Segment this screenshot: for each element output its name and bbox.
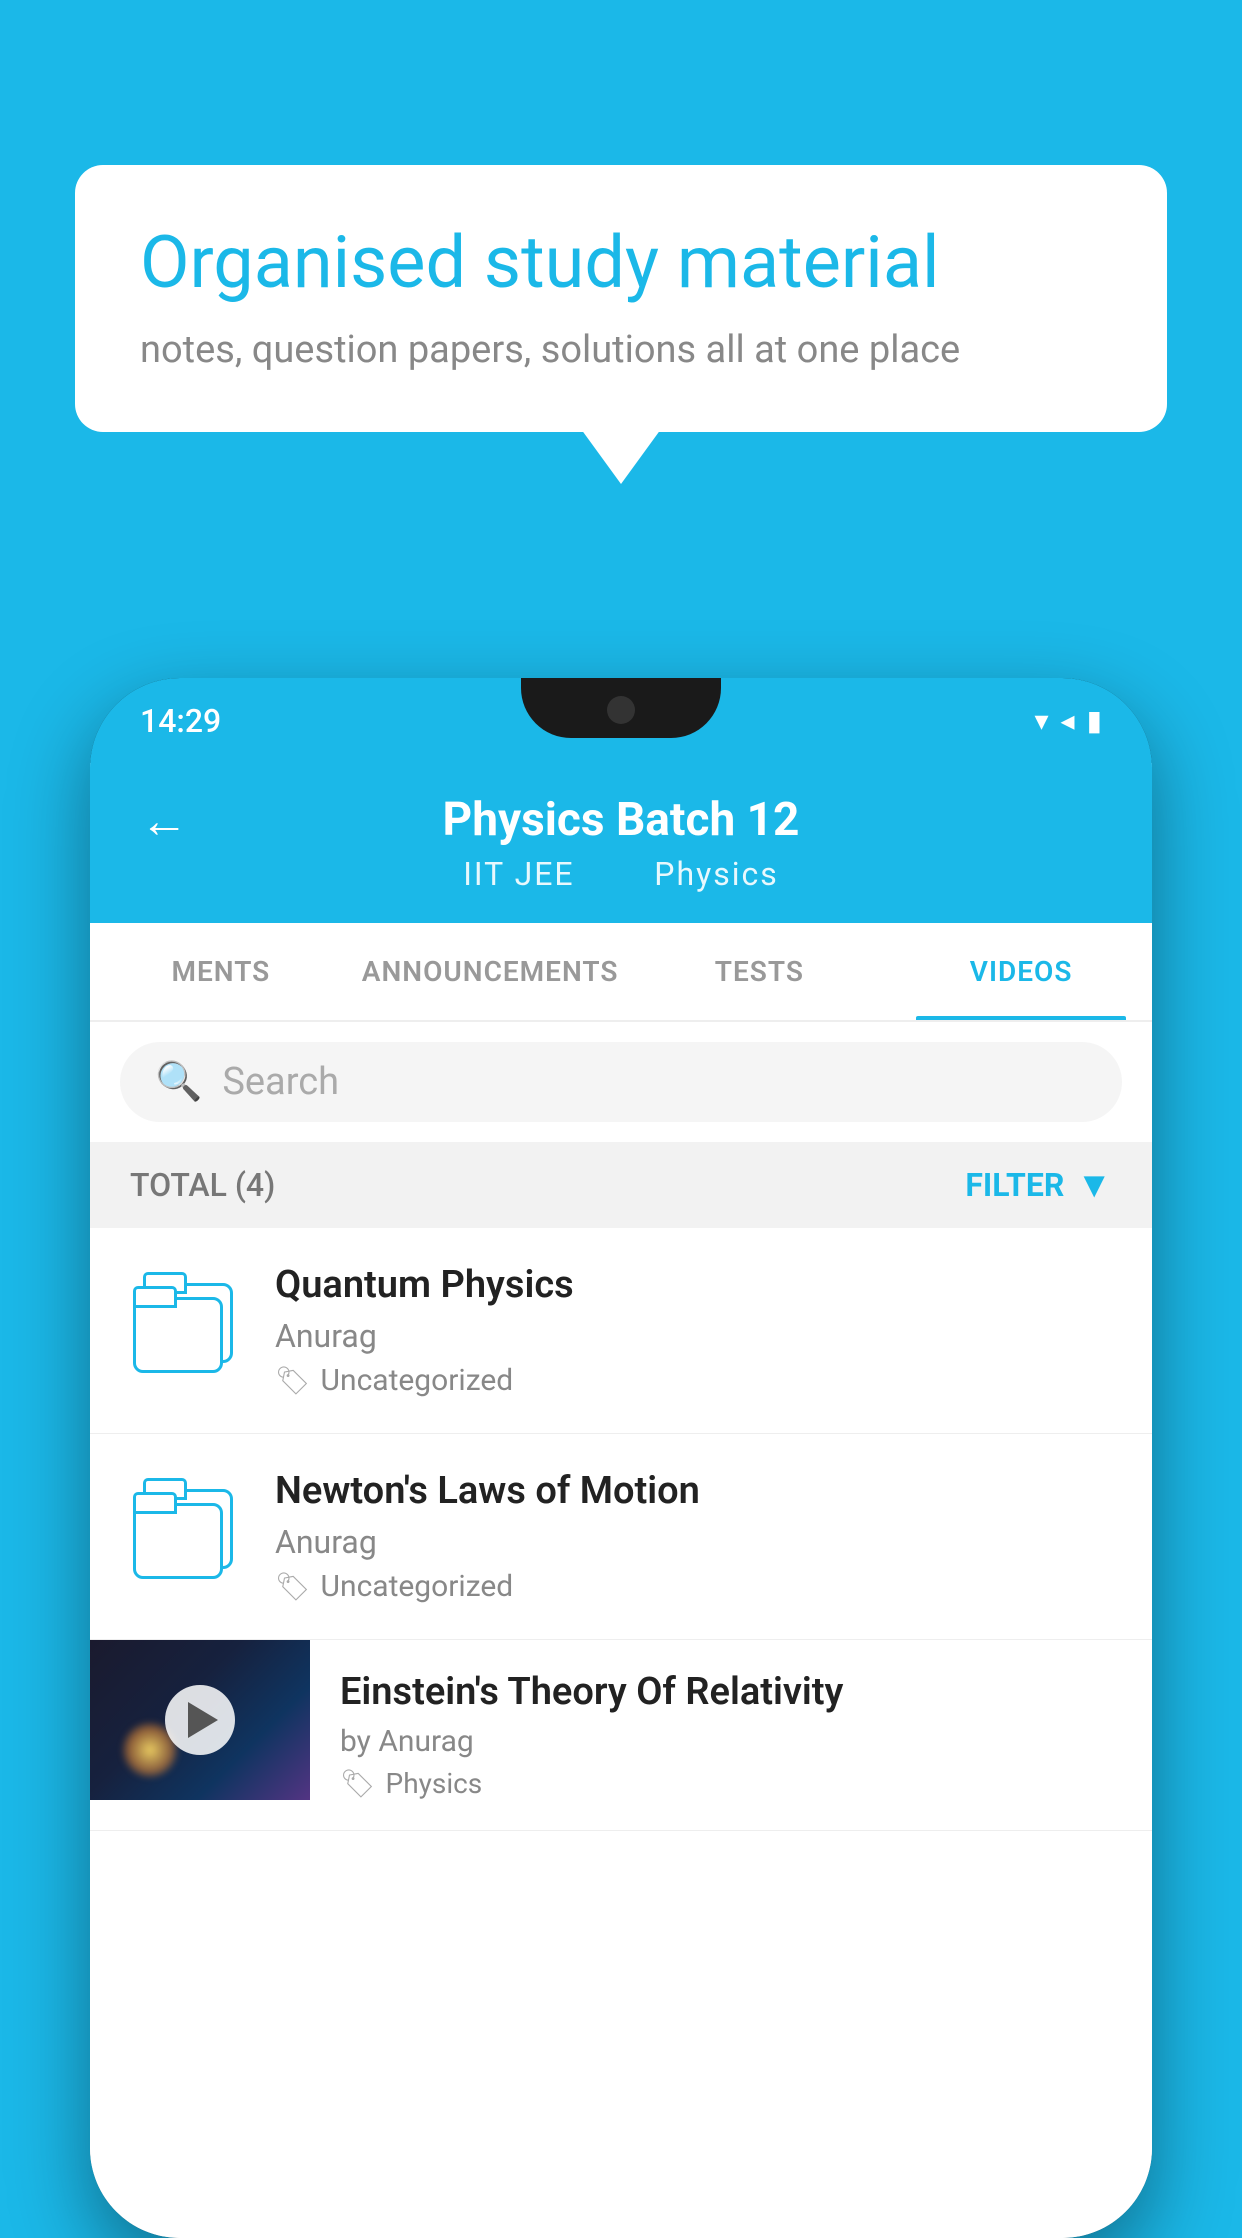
tab-videos[interactable]: VIDEOS [890, 923, 1152, 1020]
tabs-bar: MENTS ANNOUNCEMENTS TESTS VIDEOS [90, 923, 1152, 1022]
header-subtitle-physics: Physics [654, 855, 779, 893]
video-list: Quantum Physics Anurag 🏷 Uncategorized [90, 1228, 1152, 2238]
header-subtitle-iit: IIT JEE [463, 855, 574, 893]
header-row: ← Physics Batch 12 [140, 793, 1102, 847]
video-author-newton: Anurag [275, 1523, 1112, 1561]
status-time: 14:29 [140, 702, 221, 740]
list-item[interactable]: Quantum Physics Anurag 🏷 Uncategorized [90, 1228, 1152, 1434]
tab-tests[interactable]: TESTS [628, 923, 890, 1020]
back-button[interactable]: ← [140, 792, 188, 849]
video-tag-einstein: 🏷 Physics [340, 1767, 1122, 1800]
phone-frame: 14:29 ▾ ◂ ▮ ← Physics Batch 12 IIT JEE P… [90, 678, 1152, 2238]
tab-ments[interactable]: MENTS [90, 923, 352, 1020]
list-item[interactable]: Einstein's Theory Of Relativity by Anura… [90, 1640, 1152, 1831]
folder-thumb-newton [130, 1482, 240, 1592]
play-button-icon[interactable] [165, 1685, 235, 1755]
filter-label: FILTER [965, 1166, 1064, 1204]
tag-icon: 🏷 [275, 1570, 311, 1603]
video-author-quantum: Anurag [275, 1317, 1112, 1355]
folder-front [133, 1503, 223, 1579]
search-bar-container: 🔍 Search [90, 1022, 1152, 1142]
tag-icon: 🏷 [275, 1364, 311, 1397]
speech-bubble: Organised study material notes, question… [75, 165, 1167, 432]
status-bar: 14:29 ▾ ◂ ▮ [90, 678, 1152, 763]
header-title: Physics Batch 12 [443, 793, 800, 847]
search-icon: 🔍 [155, 1060, 202, 1104]
bubble-subtitle: notes, question papers, solutions all at… [140, 328, 1102, 372]
camera-dot [607, 696, 635, 724]
video-info-quantum: Quantum Physics Anurag 🏷 Uncategorized [275, 1263, 1112, 1398]
folder-icon-newton [133, 1489, 238, 1584]
video-info-einstein: Einstein's Theory Of Relativity by Anura… [310, 1640, 1152, 1830]
signal-icon: ◂ [1061, 704, 1075, 737]
video-thumbnail-einstein [90, 1640, 310, 1800]
video-tag-quantum: 🏷 Uncategorized [275, 1363, 1112, 1398]
search-bar[interactable]: 🔍 Search [120, 1042, 1122, 1122]
total-count-label: TOTAL (4) [130, 1166, 275, 1204]
video-author-einstein: by Anurag [340, 1724, 1122, 1759]
video-tag-newton: 🏷 Uncategorized [275, 1569, 1112, 1604]
tag-label-einstein: Physics [386, 1767, 483, 1800]
video-info-newton: Newton's Laws of Motion Anurag 🏷 Uncateg… [275, 1469, 1112, 1604]
folder-icon-quantum [133, 1283, 238, 1378]
header-subtitle: IIT JEE Physics [448, 855, 794, 893]
bubble-title: Organised study material [140, 220, 1102, 306]
tag-label-quantum: Uncategorized [321, 1363, 514, 1398]
tag-icon: 🏷 [340, 1767, 376, 1800]
video-title-quantum: Quantum Physics [275, 1263, 1112, 1307]
list-item[interactable]: Newton's Laws of Motion Anurag 🏷 Uncateg… [90, 1434, 1152, 1640]
tab-announcements[interactable]: ANNOUNCEMENTS [352, 923, 629, 1020]
folder-front [133, 1297, 223, 1373]
filter-button[interactable]: FILTER ▼ [965, 1164, 1112, 1206]
tag-label-newton: Uncategorized [321, 1569, 514, 1604]
filter-icon: ▼ [1076, 1164, 1112, 1206]
video-title-newton: Newton's Laws of Motion [275, 1469, 1112, 1513]
video-title-einstein: Einstein's Theory Of Relativity [340, 1670, 1122, 1714]
wifi-icon: ▾ [1034, 704, 1048, 737]
phone-screen: ← Physics Batch 12 IIT JEE Physics MENTS… [90, 763, 1152, 2238]
filter-row: TOTAL (4) FILTER ▼ [90, 1142, 1152, 1228]
folder-thumb-quantum [130, 1276, 240, 1386]
app-header: ← Physics Batch 12 IIT JEE Physics [90, 763, 1152, 923]
status-icons: ▾ ◂ ▮ [1034, 704, 1102, 737]
search-placeholder: Search [222, 1060, 339, 1104]
battery-icon: ▮ [1087, 704, 1102, 737]
